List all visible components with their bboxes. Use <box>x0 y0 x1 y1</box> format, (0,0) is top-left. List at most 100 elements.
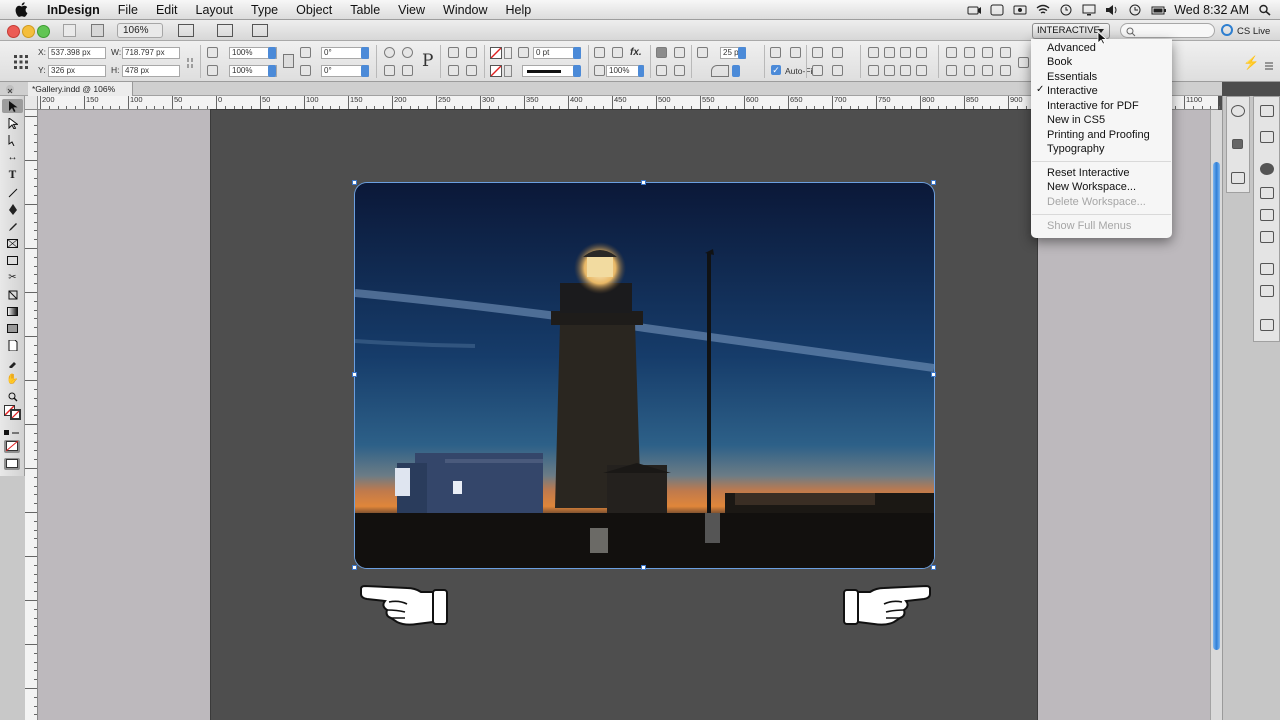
distribute-h-center-icon[interactable] <box>946 65 957 76</box>
align-bottom-icon[interactable] <box>884 65 895 76</box>
distribute-bottom-icon[interactable] <box>982 47 993 58</box>
wrap-jump-icon[interactable] <box>674 65 685 76</box>
apply-none-button[interactable] <box>4 440 20 453</box>
buttons-panel-icon[interactable] <box>1260 319 1274 331</box>
swap-fill-stroke-icon[interactable] <box>4 425 20 435</box>
minibridge-icon[interactable] <box>91 24 104 37</box>
direct-selection-tool-icon[interactable] <box>6 118 19 129</box>
gap-tool-icon[interactable]: ↔ <box>6 152 19 163</box>
gradient-swatch-tool-icon[interactable] <box>6 306 19 317</box>
constrain-scale-icon[interactable] <box>283 54 294 68</box>
cs-live-button[interactable]: CS Live <box>1221 24 1270 39</box>
menu-window[interactable]: Window <box>434 0 496 20</box>
rotate-cw-icon[interactable] <box>384 47 395 58</box>
battery-icon[interactable] <box>1151 4 1167 16</box>
distribute-v-center-icon[interactable] <box>964 65 975 76</box>
corner-size-dropdown[interactable] <box>738 47 746 59</box>
effects-panel-icon[interactable] <box>1260 209 1274 221</box>
fill-swatch-dropdown[interactable] <box>504 47 512 59</box>
distribute-right-icon[interactable] <box>916 65 927 76</box>
menubar-clock[interactable]: Wed 8:32 AM <box>1174 3 1249 17</box>
pen-tool-icon[interactable] <box>6 204 19 215</box>
menu-item-book[interactable]: Book <box>1047 55 1072 69</box>
color-panel-icon[interactable] <box>1260 131 1274 143</box>
distribute-space-icon[interactable] <box>1000 47 1011 58</box>
select-container-icon[interactable] <box>448 47 459 58</box>
selection-handle[interactable] <box>352 565 357 570</box>
arrange-documents-icon[interactable] <box>252 24 268 37</box>
fit-content-icon[interactable] <box>812 65 823 76</box>
align-to-selection-icon[interactable] <box>1018 57 1029 68</box>
bridge-icon[interactable] <box>63 24 76 37</box>
vertical-ruler[interactable] <box>25 110 38 720</box>
auto-fit-checkbox[interactable]: ✓ <box>771 65 781 75</box>
selection-handle[interactable] <box>352 180 357 185</box>
history-icon[interactable] <box>1128 4 1142 16</box>
minimize-window-button[interactable] <box>22 25 35 38</box>
height-field[interactable]: 478 px <box>122 65 180 77</box>
sync-icon[interactable] <box>1013 4 1027 16</box>
shear-dropdown[interactable] <box>361 65 369 77</box>
select-previous-icon[interactable] <box>448 65 459 76</box>
menu-item-essentials[interactable]: Essentials <box>1047 70 1097 84</box>
display-icon[interactable] <box>1082 4 1096 16</box>
stroke-swatch-none[interactable] <box>490 65 502 77</box>
distribute-top-icon[interactable] <box>946 47 957 58</box>
selection-handle[interactable] <box>352 372 357 377</box>
select-content-icon[interactable] <box>466 47 477 58</box>
distribute-v-space-icon[interactable] <box>1000 65 1011 76</box>
menu-file[interactable]: File <box>109 0 147 20</box>
bluetooth-icon[interactable] <box>990 4 1004 16</box>
select-next-icon[interactable] <box>466 65 477 76</box>
hand-tool-icon[interactable]: ✋ <box>6 374 19 385</box>
zoom-tool-icon[interactable] <box>6 391 19 402</box>
reference-point-icon[interactable] <box>13 54 29 70</box>
document-tab[interactable]: *Gallery.indd @ 106% <box>6 82 133 96</box>
menu-type[interactable]: Type <box>242 0 287 20</box>
stroke-swatch-dropdown[interactable] <box>504 65 512 77</box>
time-machine-icon[interactable] <box>1059 4 1073 16</box>
type-tool-icon[interactable]: T <box>6 170 19 181</box>
distribute-left-icon[interactable] <box>900 65 911 76</box>
zoom-level-select[interactable]: 106% <box>117 23 163 38</box>
align-left-icon[interactable] <box>868 47 879 58</box>
selection-handle[interactable] <box>641 180 646 185</box>
spotlight-icon[interactable] <box>1258 4 1272 16</box>
fit-frame-icon[interactable] <box>832 65 843 76</box>
y-position-field[interactable]: 326 px <box>48 65 106 77</box>
pencil-tool-icon[interactable] <box>6 221 19 232</box>
screen-mode-icon[interactable] <box>217 24 233 37</box>
stroke-color-swatch[interactable] <box>10 409 21 420</box>
bookmarks-icon[interactable] <box>1260 285 1274 297</box>
distribute-center-icon[interactable] <box>964 47 975 58</box>
free-transform-tool-icon[interactable] <box>6 289 19 300</box>
menu-item-new-workspace[interactable]: New Workspace... <box>1047 180 1136 194</box>
next-hand-button[interactable] <box>840 584 932 628</box>
gradient-feather-tool-icon[interactable] <box>6 323 19 334</box>
layers-icon[interactable] <box>1232 139 1243 149</box>
selection-handle[interactable] <box>641 565 646 570</box>
volume-icon[interactable] <box>1105 4 1119 16</box>
menu-edit[interactable]: Edit <box>147 0 187 20</box>
menu-item-interactive[interactable]: Interactive <box>1047 84 1098 98</box>
fill-frame-icon[interactable] <box>812 47 823 58</box>
fit-frame-to-content-icon[interactable] <box>790 47 801 58</box>
effects-icon[interactable] <box>612 47 623 58</box>
menu-item-interactive-for-pdf[interactable]: Interactive for PDF <box>1047 99 1139 113</box>
menu-item-advanced[interactable]: Advanced <box>1047 41 1096 55</box>
drop-shadow-icon[interactable] <box>594 47 605 58</box>
note-tool-icon[interactable] <box>6 340 19 351</box>
rectangle-frame-tool-icon[interactable] <box>6 238 19 249</box>
ruler-origin[interactable] <box>25 96 38 110</box>
stroke-weight-dropdown[interactable] <box>573 47 581 59</box>
selection-handle[interactable] <box>931 180 936 185</box>
wrap-shape-icon[interactable] <box>656 65 667 76</box>
rotate-ccw-icon[interactable] <box>402 47 413 58</box>
page-tool-icon[interactable] <box>6 135 19 146</box>
swatches-icon[interactable] <box>1260 163 1274 175</box>
scale-y-dropdown[interactable] <box>268 65 276 77</box>
menu-object[interactable]: Object <box>287 0 341 20</box>
wifi-icon[interactable] <box>1036 4 1050 16</box>
align-middle-icon[interactable] <box>868 65 879 76</box>
scrollbar-thumb[interactable] <box>1213 162 1220 650</box>
